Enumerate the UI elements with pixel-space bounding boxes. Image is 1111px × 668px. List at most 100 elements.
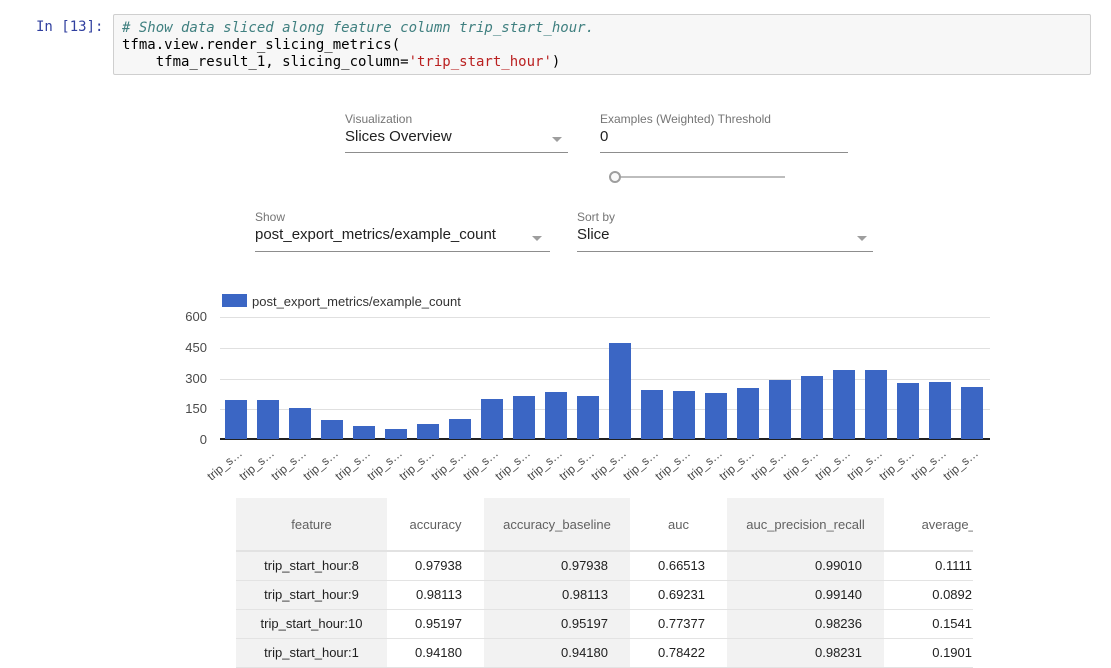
bar-6[interactable] (417, 424, 439, 439)
x-axis-tick-label: trip_s… (539, 446, 597, 498)
code-editor[interactable]: # Show data sliced along feature column … (113, 14, 1091, 75)
bar-0[interactable] (225, 400, 247, 439)
bar-3[interactable] (321, 420, 343, 439)
table-header-average_los[interactable]: average_los (884, 498, 973, 551)
x-axis-tick-label: trip_s… (475, 446, 533, 498)
bar-7[interactable] (449, 419, 471, 439)
bar-20[interactable] (865, 370, 887, 439)
code-line-2: tfma.view.render_slicing_metrics( (122, 37, 400, 53)
threshold-label: Examples (Weighted) Threshold (600, 112, 771, 126)
x-axis-tick-label: trip_s… (923, 446, 981, 498)
table-cell: trip_start_hour:10 (236, 610, 387, 639)
x-axis-tick-label: trip_s… (635, 446, 693, 498)
x-axis-tick-label: trip_s… (411, 446, 469, 498)
bar-5[interactable] (385, 429, 407, 439)
code-string: 'trip_start_hour' (409, 54, 552, 70)
table-cell: 0.1901 (884, 639, 973, 668)
sort-by-value: Slice (577, 226, 610, 243)
legend-swatch (222, 294, 247, 307)
bar-10[interactable] (545, 392, 567, 439)
bar-21[interactable] (897, 383, 919, 439)
sort-by-dropdown[interactable]: Slice (577, 226, 873, 252)
chevron-down-icon[interactable] (532, 236, 542, 241)
x-axis-tick-label: trip_s… (603, 446, 661, 498)
table-cell: trip_start_hour:1 (236, 639, 387, 668)
bar-14[interactable] (673, 391, 695, 439)
show-dropdown[interactable]: post_export_metrics/example_count (255, 226, 550, 252)
table-header-auc_precision_recall[interactable]: auc_precision_recall (727, 498, 884, 551)
bar-12[interactable] (609, 343, 631, 439)
table-row: trip_start_hour:80.979380.979380.665130.… (236, 551, 973, 581)
x-axis-tick-label: trip_s… (795, 446, 853, 498)
table-header-feature[interactable]: feature (236, 498, 387, 551)
visualization-label: Visualization (345, 112, 412, 126)
x-axis-tick-label: trip_s… (283, 446, 341, 498)
table-cell: 0.98231 (727, 639, 884, 668)
table-header-accuracy_baseline[interactable]: accuracy_baseline (484, 498, 630, 551)
x-axis-tick-label: trip_s… (731, 446, 789, 498)
chevron-down-icon[interactable] (857, 236, 867, 241)
table-header-accuracy[interactable]: accuracy (387, 498, 484, 551)
table-cell: 0.1111 (884, 551, 973, 581)
bar-23[interactable] (961, 387, 983, 439)
table-cell: trip_start_hour:8 (236, 551, 387, 581)
x-axis-tick-label: trip_s… (219, 446, 277, 498)
table-cell: 0.97938 (387, 551, 484, 581)
bar-8[interactable] (481, 399, 503, 439)
notebook-page: { "code_cell": { "prompt": "In [13]:", "… (0, 0, 1111, 668)
visualization-dropdown[interactable]: Slices Overview (345, 128, 568, 153)
x-axis-tick-label: trip_s… (891, 446, 949, 498)
table-header-auc[interactable]: auc (630, 498, 727, 551)
table-cell: 0.95197 (484, 610, 630, 639)
bar-13[interactable] (641, 390, 663, 439)
x-axis-tick-label: trip_s… (187, 446, 245, 498)
bar-22[interactable] (929, 382, 951, 439)
table-cell: 0.95197 (387, 610, 484, 639)
bar-17[interactable] (769, 380, 791, 439)
chevron-down-icon[interactable] (552, 137, 562, 142)
x-axis-tick-label: trip_s… (347, 446, 405, 498)
table-cell: 0.1541 (884, 610, 973, 639)
bar-19[interactable] (833, 370, 855, 439)
y-axis-tick-label: 450 (160, 340, 207, 356)
visualization-value: Slices Overview (345, 128, 452, 145)
table-row: trip_start_hour:10.941800.941800.784220.… (236, 639, 973, 668)
x-axis-tick-label: trip_s… (667, 446, 725, 498)
x-axis-tick-label: trip_s… (571, 446, 629, 498)
table-row: trip_start_hour:100.951970.951970.773770… (236, 610, 973, 639)
x-axis-tick-label: trip_s… (315, 446, 373, 498)
table-row: trip_start_hour:90.981130.981130.692310.… (236, 581, 973, 610)
x-axis-tick-label: trip_s… (251, 446, 309, 498)
bar-9[interactable] (513, 396, 535, 439)
bar-15[interactable] (705, 393, 727, 439)
table-cell: 0.66513 (630, 551, 727, 581)
bar-2[interactable] (289, 408, 311, 439)
y-axis-tick-label: 0 (160, 432, 207, 448)
code-line-3: tfma_result_1, slicing_column='trip_star… (122, 54, 560, 70)
bar-16[interactable] (737, 388, 759, 439)
table-cell: 0.94180 (387, 639, 484, 668)
y-axis-tick-label: 300 (160, 371, 207, 387)
bar-4[interactable] (353, 426, 375, 439)
threshold-input[interactable]: 0 (600, 128, 848, 153)
bar-11[interactable] (577, 396, 599, 439)
input-prompt: In [13]: (36, 19, 103, 35)
threshold-slider-handle[interactable] (609, 171, 621, 183)
legend-label: post_export_metrics/example_count (252, 294, 461, 309)
bar-18[interactable] (801, 376, 823, 439)
table-cell: 0.98113 (484, 581, 630, 610)
y-axis-tick-label: 600 (160, 309, 207, 325)
table-cell: 0.78422 (630, 639, 727, 668)
sort-by-label: Sort by (577, 210, 615, 224)
table-cell: 0.99140 (727, 581, 884, 610)
table-cell: 0.94180 (484, 639, 630, 668)
gridline (220, 317, 990, 318)
x-axis-tick-label: trip_s… (443, 446, 501, 498)
table-cell: trip_start_hour:9 (236, 581, 387, 610)
bar-1[interactable] (257, 400, 279, 439)
table-cell: 0.99010 (727, 551, 884, 581)
threshold-slider-track[interactable] (615, 176, 785, 178)
table-cell: 0.98113 (387, 581, 484, 610)
table-cell: 0.69231 (630, 581, 727, 610)
threshold-value: 0 (600, 128, 608, 145)
